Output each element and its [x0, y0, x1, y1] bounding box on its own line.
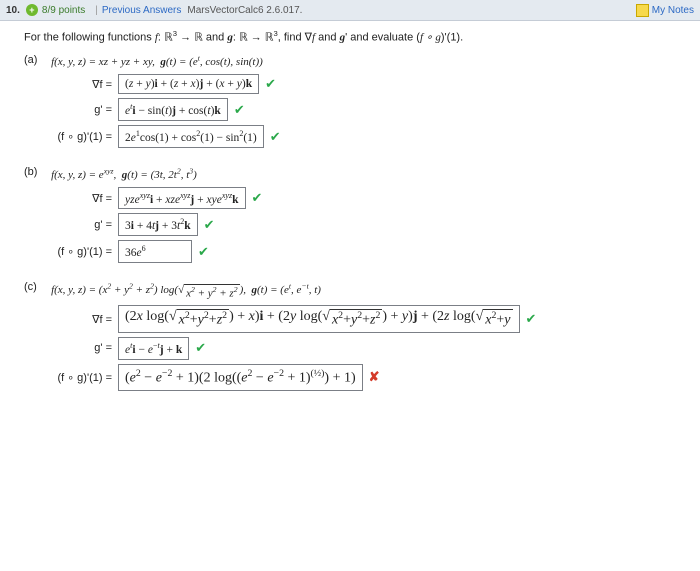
part-a: (a) f(x, y, z) = xz + yz + xy, g(t) = (e… [24, 54, 692, 69]
gprime-label-c: g' = [24, 342, 118, 354]
cross-icon: ✘ [369, 369, 380, 385]
gprime-label-b: g' = [24, 219, 118, 231]
comp-answer-a[interactable]: 2e1cos(1) + cos2(1) − sin2(1) [118, 125, 264, 148]
check-icon: ✔ [195, 340, 206, 356]
grad-f-label-b: ∇f = [24, 192, 118, 205]
previous-answers-link[interactable]: Previous Answers [102, 5, 181, 16]
gprime-answer-c[interactable]: eti − e−tj + k [118, 337, 189, 360]
question-prompt: For the following functions f: ℝ3 → ℝ an… [24, 29, 692, 44]
comp-label-b: (f ∘ g)'(1) = [24, 245, 118, 258]
question-header: 10. + 8/9 points | Previous Answers Mars… [0, 0, 700, 21]
grad-f-label-c: ∇f = [24, 313, 118, 326]
gprime-answer-a[interactable]: eti − sin(t)j + cos(t)k [118, 98, 228, 121]
comp-answer-c[interactable]: (e2 − e−2 + 1)(2 log((e2 − e−2 + 1)(½)) … [118, 364, 363, 391]
grad-f-label-a: ∇f = [24, 78, 118, 91]
notes-icon [636, 4, 649, 17]
check-icon: ✔ [234, 102, 245, 118]
part-c-statement: f(x, y, z) = (x2 + y2 + z2) log(√x2 + y2… [51, 284, 321, 296]
question-number: 10. [6, 5, 20, 16]
gprime-label-a: g' = [24, 104, 118, 116]
part-c: (c) f(x, y, z) = (x2 + y2 + z2) log(√x2 … [24, 281, 692, 299]
grad-f-answer-a[interactable]: (z + y)i + (z + x)j + (x + y)k [118, 74, 259, 94]
question-code: MarsVectorCalc6 2.6.017. [187, 5, 302, 16]
part-a-label: (a) [24, 54, 48, 66]
separator: | [95, 5, 98, 16]
part-b-statement: f(x, y, z) = exyz, g(t) = (3t, 2t2, t3) [51, 169, 197, 181]
part-b: (b) f(x, y, z) = exyz, g(t) = (3t, 2t2, … [24, 166, 692, 181]
grad-f-answer-c[interactable]: (2x log(√x2+y2+z2) + x)i + (2y log(√x2+y… [118, 305, 520, 333]
part-b-label: (b) [24, 166, 48, 178]
plus-icon: + [26, 4, 38, 16]
comp-label-a: (f ∘ g)'(1) = [24, 130, 118, 143]
comp-answer-b[interactable]: 36e6 [118, 240, 192, 263]
grad-f-answer-b[interactable]: yzexyzi + xzexyzj + xyexyzk [118, 187, 246, 210]
check-icon: ✔ [270, 129, 281, 145]
part-c-label: (c) [24, 281, 48, 293]
check-icon: ✔ [204, 217, 215, 233]
points-earned: 8/9 points [42, 5, 85, 16]
check-icon: ✔ [526, 311, 537, 327]
my-notes-link[interactable]: My Notes [652, 5, 694, 16]
check-icon: ✔ [265, 76, 276, 92]
check-icon: ✔ [252, 190, 263, 206]
gprime-answer-b[interactable]: 3i + 4tj + 3t2k [118, 213, 198, 236]
check-icon: ✔ [198, 244, 209, 260]
part-a-statement: f(x, y, z) = xz + yz + xy, g(t) = (et, c… [51, 56, 263, 68]
comp-label-c: (f ∘ g)'(1) = [24, 371, 118, 384]
question-body: For the following functions f: ℝ3 → ℝ an… [0, 21, 700, 403]
